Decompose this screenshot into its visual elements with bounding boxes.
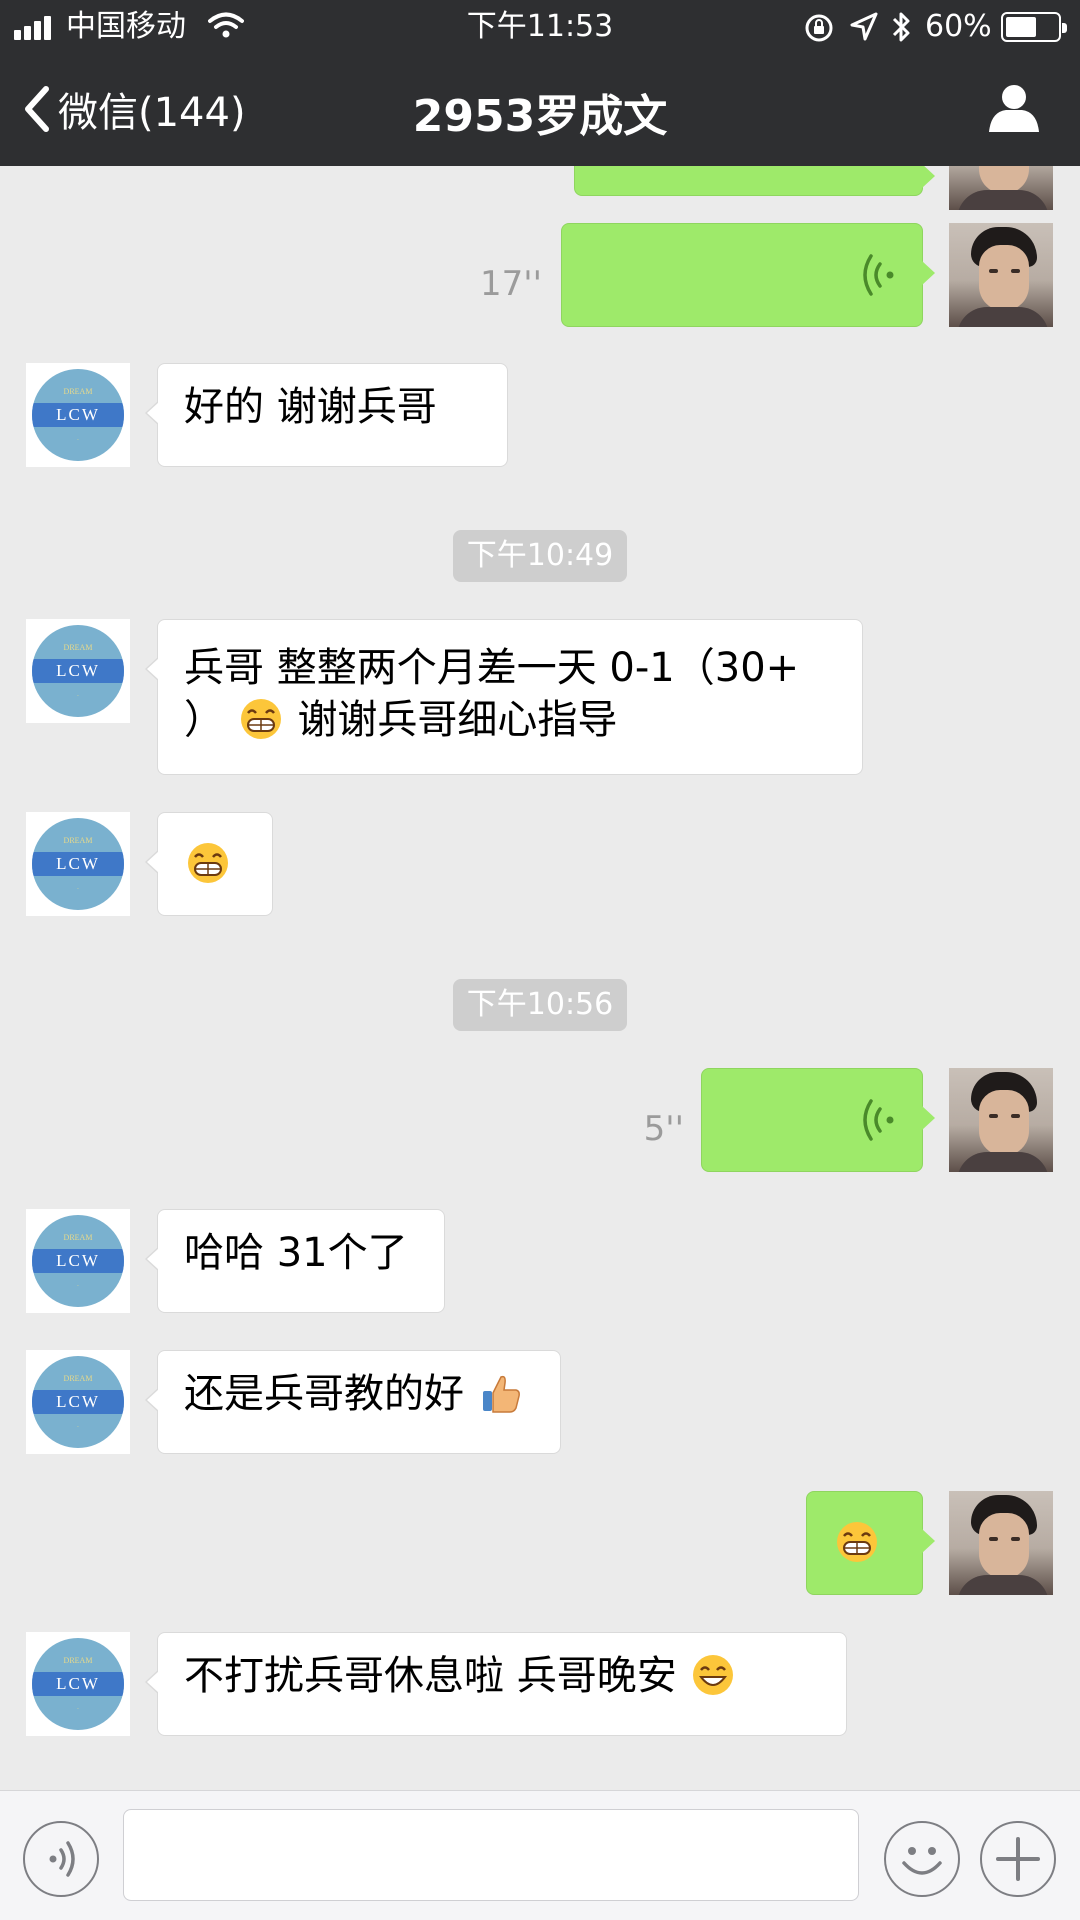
timestamp-label: 下午10:49 [452, 530, 628, 582]
lcw-avatar[interactable]: DREAM LCW · [26, 1350, 130, 1454]
emoji-face-icon [902, 1847, 942, 1875]
voice-duration: 5'' [643, 1109, 684, 1149]
chat-title: 2953罗成文 [412, 91, 668, 142]
status-time: 下午11:53 [466, 9, 614, 44]
back-button[interactable]: 微信(144) [22, 84, 246, 136]
bluetooth-icon [892, 12, 910, 42]
battery-percent: 60% [925, 9, 992, 44]
voice-wave-icon [863, 1099, 894, 1141]
text-message-bubble[interactable]: 不打扰兵哥休息啦 兵哥晚安 [145, 1632, 847, 1736]
message-input[interactable] [123, 1809, 859, 1901]
top-bar: 中国移动 下午11:53 60% 微信(144) 2953罗成文 [0, 0, 1080, 166]
smile-emoji [693, 1655, 734, 1695]
emoji-message-bubble[interactable] [145, 812, 273, 916]
text-message-bubble[interactable]: 还是兵哥教的好 [145, 1350, 561, 1454]
emoji-message-bubble[interactable] [806, 1491, 935, 1595]
voice-toggle-icon [49, 1841, 75, 1877]
battery-icon [1001, 12, 1067, 42]
grin-emoji [837, 1522, 877, 1562]
user-photo-avatar[interactable] [949, 223, 1053, 327]
chevron-left-icon [25, 86, 49, 132]
emoji-button[interactable] [884, 1821, 960, 1897]
message-text: 哈哈 31个了 [184, 1230, 408, 1276]
lcw-avatar[interactable]: DREAM LCW · [26, 812, 130, 916]
message-text: 好的 谢谢兵哥 [184, 384, 437, 430]
message-text: ） [184, 697, 224, 743]
timestamp-label: 下午10:56 [452, 979, 628, 1031]
chat-input-bar [0, 1790, 1080, 1920]
grin-emoji [188, 843, 228, 883]
status-bar: 中国移动 下午11:53 60% [0, 0, 1080, 54]
back-label: 微信(144) [58, 90, 246, 136]
message-text: 不打扰兵哥休息啦 兵哥晚安 [184, 1653, 677, 1699]
text-message-bubble[interactable]: 好的 谢谢兵哥 [145, 363, 508, 467]
message-text-line: 兵哥 整整两个月差一天 0-1（30+ [184, 645, 800, 691]
message-list[interactable]: 17'' DREAM LCW · 好的 谢谢兵哥 下午10:49 DREAM LCW ·… [0, 166, 1080, 1790]
thumbs-up-emoji [482, 1375, 520, 1413]
voice-message-bubble[interactable] [561, 223, 935, 327]
plus-icon [996, 1837, 1040, 1881]
lcw-avatar[interactable]: DREAM LCW · [26, 1632, 130, 1736]
rotation-lock-icon [805, 14, 833, 42]
lcw-avatar[interactable]: DREAM LCW · [26, 619, 130, 723]
voice-input-toggle-button[interactable] [23, 1821, 99, 1897]
text-message-bubble[interactable]: 兵哥 整整两个月差一天 0-1（30+ ） 谢谢兵哥细心指导 [145, 619, 863, 775]
voice-message-bubble[interactable] [574, 166, 935, 196]
grin-emoji [240, 699, 281, 739]
user-photo-avatar[interactable] [949, 1491, 1053, 1595]
voice-duration: 17'' [480, 264, 542, 304]
user-photo-avatar[interactable] [949, 1068, 1053, 1172]
message-text: 还是兵哥教的好 [184, 1371, 464, 1417]
contact-profile-icon[interactable] [986, 82, 1042, 134]
text-message-bubble[interactable]: 哈哈 31个了 [145, 1209, 445, 1313]
user-photo-avatar[interactable] [949, 166, 1053, 210]
lcw-avatar[interactable]: DREAM LCW · [26, 1209, 130, 1313]
message-text: 谢谢兵哥细心指导 [297, 697, 618, 743]
more-options-button[interactable] [980, 1821, 1056, 1897]
location-arrow-icon [850, 12, 878, 41]
lcw-avatar[interactable]: DREAM LCW · [26, 363, 130, 467]
voice-message-bubble[interactable] [701, 1068, 935, 1172]
voice-wave-icon [863, 254, 894, 296]
